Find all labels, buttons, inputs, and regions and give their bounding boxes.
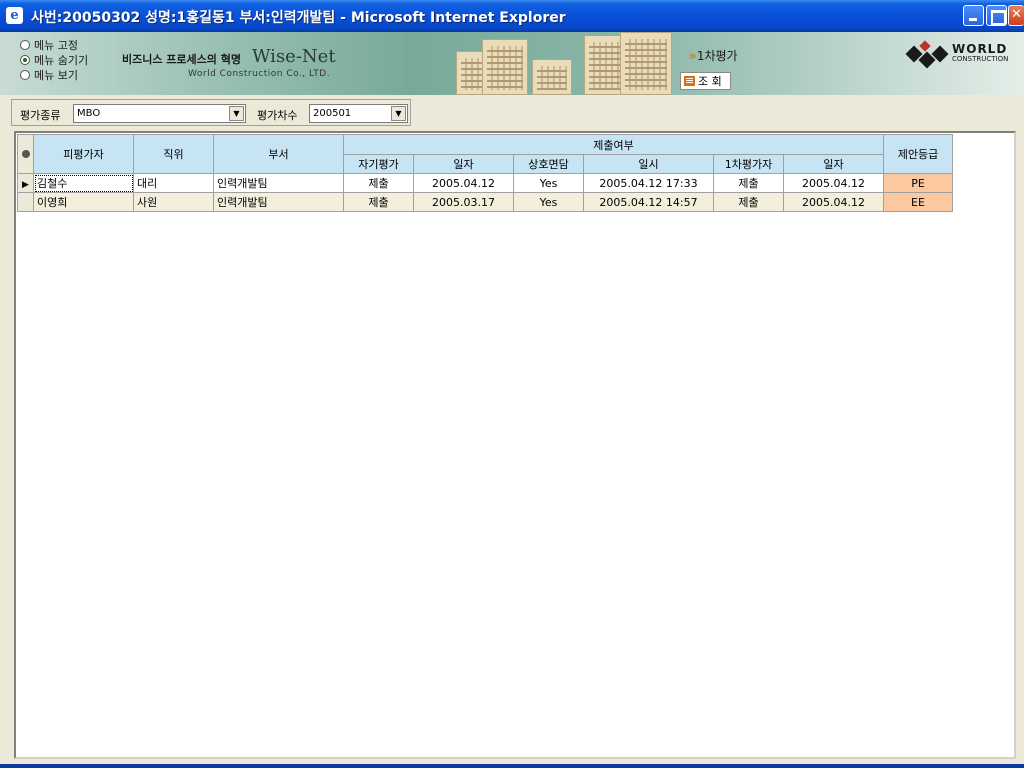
title-bar[interactable]: e 사번:20050302 성명:1홍길동1 부서:인력개발팀 - Micros… — [0, 0, 1024, 32]
menu-hide-radio[interactable]: 메뉴 숨기기 — [20, 52, 88, 67]
dropdown-arrow-icon[interactable]: ▼ — [229, 106, 244, 121]
cell-datetime[interactable]: 2005.04.12 17:33 — [583, 173, 714, 193]
eval-round-label: 평가차수 — [257, 109, 298, 122]
col-self-eval[interactable]: 자기평가 — [343, 154, 414, 174]
col-first-evaluator[interactable]: 1차평가자 — [713, 154, 784, 174]
window-title: 사번:20050302 성명:1홍길동1 부서:인력개발팀 - Microsof… — [31, 10, 566, 26]
header-banner: 메뉴 고정 메뉴 숨기기 메뉴 보기 비즈니스 프로세스의 혁명 Wise-Ne… — [0, 32, 1024, 95]
menu-mode-radio-group: 메뉴 고정 메뉴 숨기기 메뉴 보기 — [20, 37, 88, 82]
row-pointer: ▶ — [17, 173, 34, 193]
cell-first-evaluator[interactable]: 제출 — [713, 173, 784, 193]
eval-round-value: 200501 — [313, 108, 352, 119]
buildings-illustration — [452, 32, 682, 95]
cell-first-evaluator[interactable]: 제출 — [713, 192, 784, 212]
company-logo: WORLD CONSTRUCTION — [905, 40, 1009, 69]
cell-interview[interactable]: Yes — [513, 173, 584, 193]
col-department[interactable]: 부서 — [213, 134, 344, 174]
cell-interview[interactable]: Yes — [513, 192, 584, 212]
close-button[interactable] — [1008, 5, 1024, 26]
table-row[interactable]: ▶ 김철수 대리 인력개발팀 제출 2005.04.12 Yes 2005.04… — [17, 173, 953, 193]
evaluation-grid[interactable]: 피평가자 직위 부서 제출여부 제안등급 자기평가 일자 상호면담 일시 1차평… — [14, 131, 1016, 759]
nav-step-label: 1차평가 — [696, 49, 738, 63]
eval-type-select[interactable]: MBO ▼ — [73, 104, 246, 123]
ie-icon[interactable]: e — [6, 7, 23, 24]
nav-step-indicator: ››› 1차평가 — [688, 47, 738, 64]
row-pointer — [17, 192, 34, 212]
radio-icon[interactable] — [20, 69, 30, 80]
eval-type-label: 평가종류 — [20, 109, 61, 122]
main-content: 평가종류 MBO ▼ 평가차수 200501 ▼ 피평가자 직위 부서 제출여부… — [0, 95, 1024, 768]
cell-datetime[interactable]: 2005.04.12 14:57 — [583, 192, 714, 212]
radio-icon[interactable] — [20, 39, 30, 50]
menu-fix-radio[interactable]: 메뉴 고정 — [20, 37, 88, 52]
eval-round-select[interactable]: 200501 ▼ — [309, 104, 408, 123]
menu-show-radio[interactable]: 메뉴 보기 — [20, 67, 88, 82]
menu-show-label: 메뉴 보기 — [34, 68, 78, 82]
cell-self-eval[interactable]: 제출 — [343, 173, 414, 193]
row-pointer-icon: ▶ — [22, 179, 29, 190]
maximize-button[interactable] — [986, 5, 1007, 26]
cell-date1[interactable]: 2005.04.12 — [413, 173, 514, 193]
double-chevron-icon: ››› — [688, 48, 697, 63]
list-icon — [684, 76, 695, 86]
eval-type-value: MBO — [77, 108, 101, 119]
radio-selected-icon[interactable] — [20, 54, 30, 65]
logo-word: WORLD — [952, 42, 1008, 56]
cell-position[interactable]: 대리 — [133, 173, 214, 193]
cell-date1[interactable]: 2005.03.17 — [413, 192, 514, 212]
col-date2[interactable]: 일자 — [783, 154, 884, 174]
logo-sub: CONSTRUCTION — [952, 55, 1009, 63]
evaluation-table: 피평가자 직위 부서 제출여부 제안등급 자기평가 일자 상호면담 일시 1차평… — [17, 134, 953, 212]
col-position[interactable]: 직위 — [133, 134, 214, 174]
menu-hide-label: 메뉴 숨기기 — [34, 53, 89, 67]
cell-position[interactable]: 사원 — [133, 192, 214, 212]
window-frame-bottom — [0, 764, 1024, 768]
row-header-corner — [17, 134, 34, 174]
cell-self-eval[interactable]: 제출 — [343, 192, 414, 212]
query-button-label: 조 회 — [698, 75, 722, 88]
brand-name: Wise-Net — [252, 46, 336, 67]
dropdown-arrow-icon[interactable]: ▼ — [391, 106, 406, 121]
query-button[interactable]: 조 회 — [680, 72, 731, 90]
bullet-icon — [21, 149, 30, 158]
cell-date2[interactable]: 2005.04.12 — [783, 173, 884, 193]
cell-department[interactable]: 인력개발팀 — [213, 173, 344, 193]
brand-subtitle: World Construction Co., LTD. — [188, 69, 331, 79]
cell-grade[interactable]: PE — [883, 173, 953, 193]
cell-name[interactable]: 김철수 — [33, 173, 134, 193]
slogan: 비즈니스 프로세스의 혁명 — [122, 53, 241, 66]
col-mutual-interview[interactable]: 상호면담 — [513, 154, 584, 174]
minimize-button[interactable] — [963, 5, 984, 26]
col-date1[interactable]: 일자 — [413, 154, 514, 174]
cell-date2[interactable]: 2005.04.12 — [783, 192, 884, 212]
cell-department[interactable]: 인력개발팀 — [213, 192, 344, 212]
col-evaluatee[interactable]: 피평가자 — [33, 134, 134, 174]
cell-grade[interactable]: EE — [883, 192, 953, 212]
table-row[interactable]: 이영희 사원 인력개발팀 제출 2005.03.17 Yes 2005.04.1… — [17, 192, 953, 212]
logo-mark-icon — [905, 40, 949, 69]
filter-bar: 평가종류 MBO ▼ 평가차수 200501 ▼ — [11, 99, 411, 126]
col-datetime[interactable]: 일시 — [583, 154, 714, 174]
cell-name[interactable]: 이영희 — [33, 192, 134, 212]
menu-fix-label: 메뉴 고정 — [34, 38, 78, 52]
col-group-submission: 제출여부 — [343, 134, 884, 155]
col-proposed-grade[interactable]: 제안등급 — [883, 134, 953, 174]
